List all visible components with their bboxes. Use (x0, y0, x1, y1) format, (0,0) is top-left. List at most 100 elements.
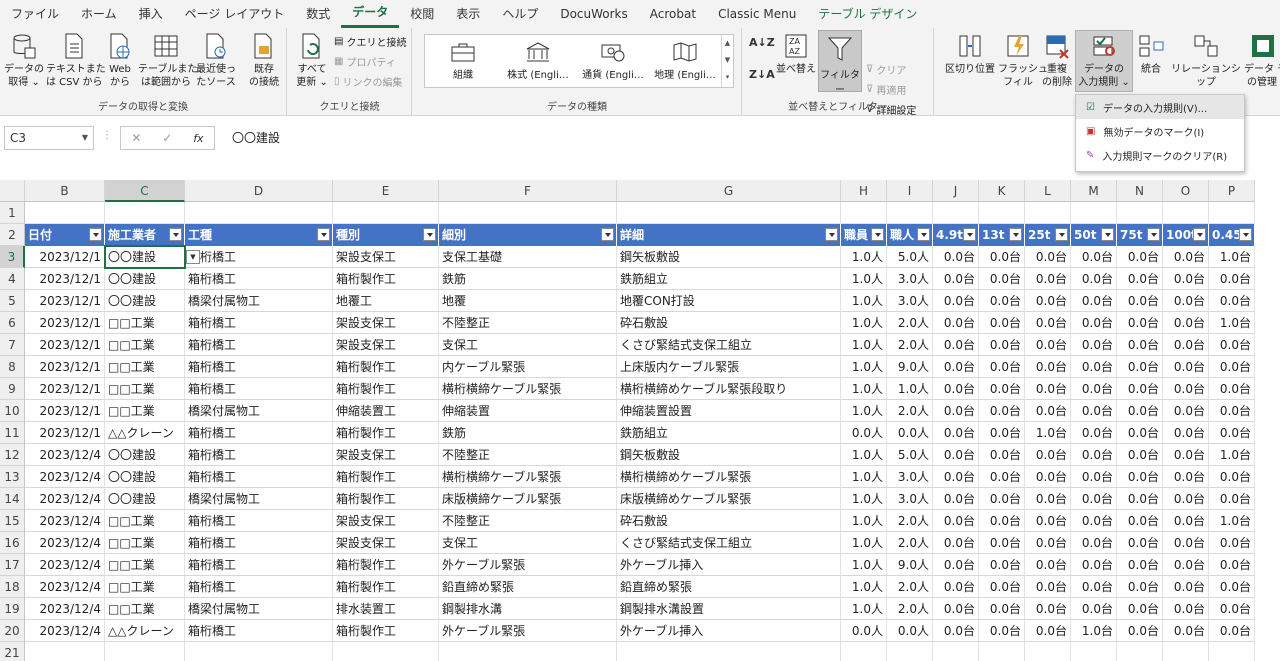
empty-cell[interactable] (887, 202, 933, 224)
table-cell[interactable]: 0.0台 (933, 290, 979, 312)
table-header-cell[interactable]: 4.9t (933, 224, 979, 246)
table-cell[interactable]: 0.0台 (1071, 268, 1117, 290)
empty-cell[interactable] (25, 642, 105, 661)
table-cell[interactable]: 0.0台 (979, 554, 1025, 576)
confirm-icon[interactable]: ✓ (162, 131, 172, 145)
row-header[interactable]: 1 (0, 202, 25, 224)
empty-cell[interactable] (439, 642, 617, 661)
table-cell[interactable]: 0.0台 (1071, 510, 1117, 532)
text-to-columns-button[interactable]: 区切り位置 (944, 32, 996, 76)
table-header-cell[interactable]: 職人 (887, 224, 933, 246)
column-header[interactable]: P (1209, 180, 1255, 202)
table-cell[interactable]: 鋼製排水溝 (439, 598, 617, 620)
table-cell[interactable]: 伸縮装置 (439, 400, 617, 422)
table-cell[interactable]: 〇〇建設 (105, 290, 185, 312)
table-cell[interactable]: 0.0台 (1117, 510, 1163, 532)
table-cell[interactable]: 架設支保工 (333, 334, 439, 356)
empty-cell[interactable] (979, 202, 1025, 224)
table-cell[interactable]: 鉛直締め緊張 (439, 576, 617, 598)
table-cell[interactable]: 2023/12/1 (25, 400, 105, 422)
table-cell[interactable]: 0.0台 (1163, 466, 1209, 488)
table-cell[interactable]: 箱桁橋工 (185, 466, 333, 488)
table-cell[interactable]: 1.0台 (1209, 246, 1255, 268)
table-cell[interactable]: 〇〇建設 (105, 268, 185, 290)
empty-cell[interactable] (439, 202, 617, 224)
row-header[interactable]: 3 (0, 246, 25, 268)
table-cell[interactable]: □□工業 (105, 554, 185, 576)
empty-cell[interactable] (25, 202, 105, 224)
table-cell[interactable]: 0.0台 (1117, 378, 1163, 400)
table-cell[interactable]: 0.0台 (1163, 576, 1209, 598)
table-cell[interactable]: 箱桁橋工 (185, 510, 333, 532)
datatype-stocks[interactable]: 株式 (Engli… (502, 39, 574, 83)
row-header[interactable]: 2 (0, 224, 25, 246)
table-cell[interactable]: 0.0台 (979, 356, 1025, 378)
empty-cell[interactable] (933, 642, 979, 661)
table-cell[interactable]: 1.0人 (841, 334, 887, 356)
table-cell[interactable]: 0.0台 (1025, 334, 1071, 356)
table-cell[interactable]: 0.0台 (1163, 554, 1209, 576)
table-cell[interactable]: 外ケーブル緊張 (439, 620, 617, 642)
tab-12[interactable]: テーブル デザイン (807, 0, 928, 28)
table-cell[interactable]: くさび緊結式支保工組立 (617, 334, 841, 356)
table-cell[interactable]: 0.0台 (979, 290, 1025, 312)
table-cell[interactable]: 0.0台 (1071, 576, 1117, 598)
table-cell[interactable]: 2.0人 (887, 576, 933, 598)
empty-cell[interactable] (185, 202, 333, 224)
table-cell[interactable]: 0.0台 (1025, 400, 1071, 422)
table-cell[interactable]: 鉄筋組立 (617, 422, 841, 444)
table-cell[interactable]: 1.0台 (1209, 510, 1255, 532)
table-cell[interactable]: 2023/12/4 (25, 444, 105, 466)
column-header[interactable]: L (1025, 180, 1071, 202)
reapply-button[interactable]: ⊽ 再適用 (866, 82, 906, 97)
table-header-cell[interactable]: 施工業者 (105, 224, 185, 246)
table-cell[interactable]: 0.0台 (933, 268, 979, 290)
tab-1[interactable]: ホーム (70, 0, 128, 28)
consolidate-button[interactable]: 統合 (1138, 32, 1164, 76)
row-header[interactable]: 21 (0, 642, 25, 661)
table-cell[interactable]: 3.0人 (887, 290, 933, 312)
datatype-currency[interactable]: 通貨 (Engli… (577, 39, 649, 83)
table-header-cell[interactable]: 種別 (333, 224, 439, 246)
table-cell[interactable]: 橋梁付属物工 (185, 400, 333, 422)
filter-dropdown-icon[interactable] (423, 228, 436, 241)
table-cell[interactable]: 0.0台 (1025, 620, 1071, 642)
table-cell[interactable]: □□工業 (105, 400, 185, 422)
table-cell[interactable]: 内ケーブル緊張 (439, 356, 617, 378)
sort-az-button[interactable]: A↓Z (749, 36, 775, 49)
table-cell[interactable]: 〇〇建設 (105, 466, 185, 488)
table-header-cell[interactable]: 25t (1025, 224, 1071, 246)
datatype-organization[interactable]: 組織 (427, 39, 499, 83)
table-cell[interactable]: 外ケーブル緊張 (439, 554, 617, 576)
tab-11[interactable]: Classic Menu (707, 0, 807, 28)
table-cell[interactable]: 0.0台 (1025, 466, 1071, 488)
column-header[interactable]: G (617, 180, 841, 202)
table-cell[interactable]: 地覆CON打設 (617, 290, 841, 312)
table-cell[interactable]: 箱桁橋工 (185, 444, 333, 466)
table-cell[interactable]: 0.0台 (1209, 488, 1255, 510)
table-cell[interactable]: 0.0台 (1163, 378, 1209, 400)
flash-fill-button[interactable]: フラッシュ フィル (998, 32, 1048, 89)
table-cell[interactable]: 横桁横締ケーブル緊張 (439, 466, 617, 488)
table-cell[interactable]: 2023/12/1 (25, 356, 105, 378)
table-cell[interactable]: 0.0台 (1025, 444, 1071, 466)
row-header[interactable]: 12 (0, 444, 25, 466)
table-cell[interactable]: 箱桁製作工 (333, 268, 439, 290)
filter-dropdown-icon[interactable] (825, 228, 838, 241)
table-cell[interactable]: 不陸整正 (439, 312, 617, 334)
table-cell[interactable]: 0.0台 (979, 488, 1025, 510)
table-cell[interactable]: 2023/12/4 (25, 598, 105, 620)
table-cell[interactable]: 箱桁橋工 (185, 532, 333, 554)
table-cell[interactable]: 2023/12/4 (25, 576, 105, 598)
column-header[interactable]: B (25, 180, 105, 202)
table-cell[interactable]: 0.0台 (1163, 356, 1209, 378)
properties-button[interactable]: ▦ プロパティ (334, 54, 396, 69)
table-cell[interactable]: 9.0人 (887, 554, 933, 576)
from-text-csv-button[interactable]: テキストまた は CSV から (46, 32, 106, 89)
table-cell[interactable]: 架設支保工 (333, 444, 439, 466)
row-header[interactable]: 19 (0, 598, 25, 620)
table-cell[interactable]: 1.0人 (841, 290, 887, 312)
row-header[interactable]: 5 (0, 290, 25, 312)
table-cell[interactable]: □□工業 (105, 334, 185, 356)
table-cell[interactable]: 0.0台 (1209, 576, 1255, 598)
